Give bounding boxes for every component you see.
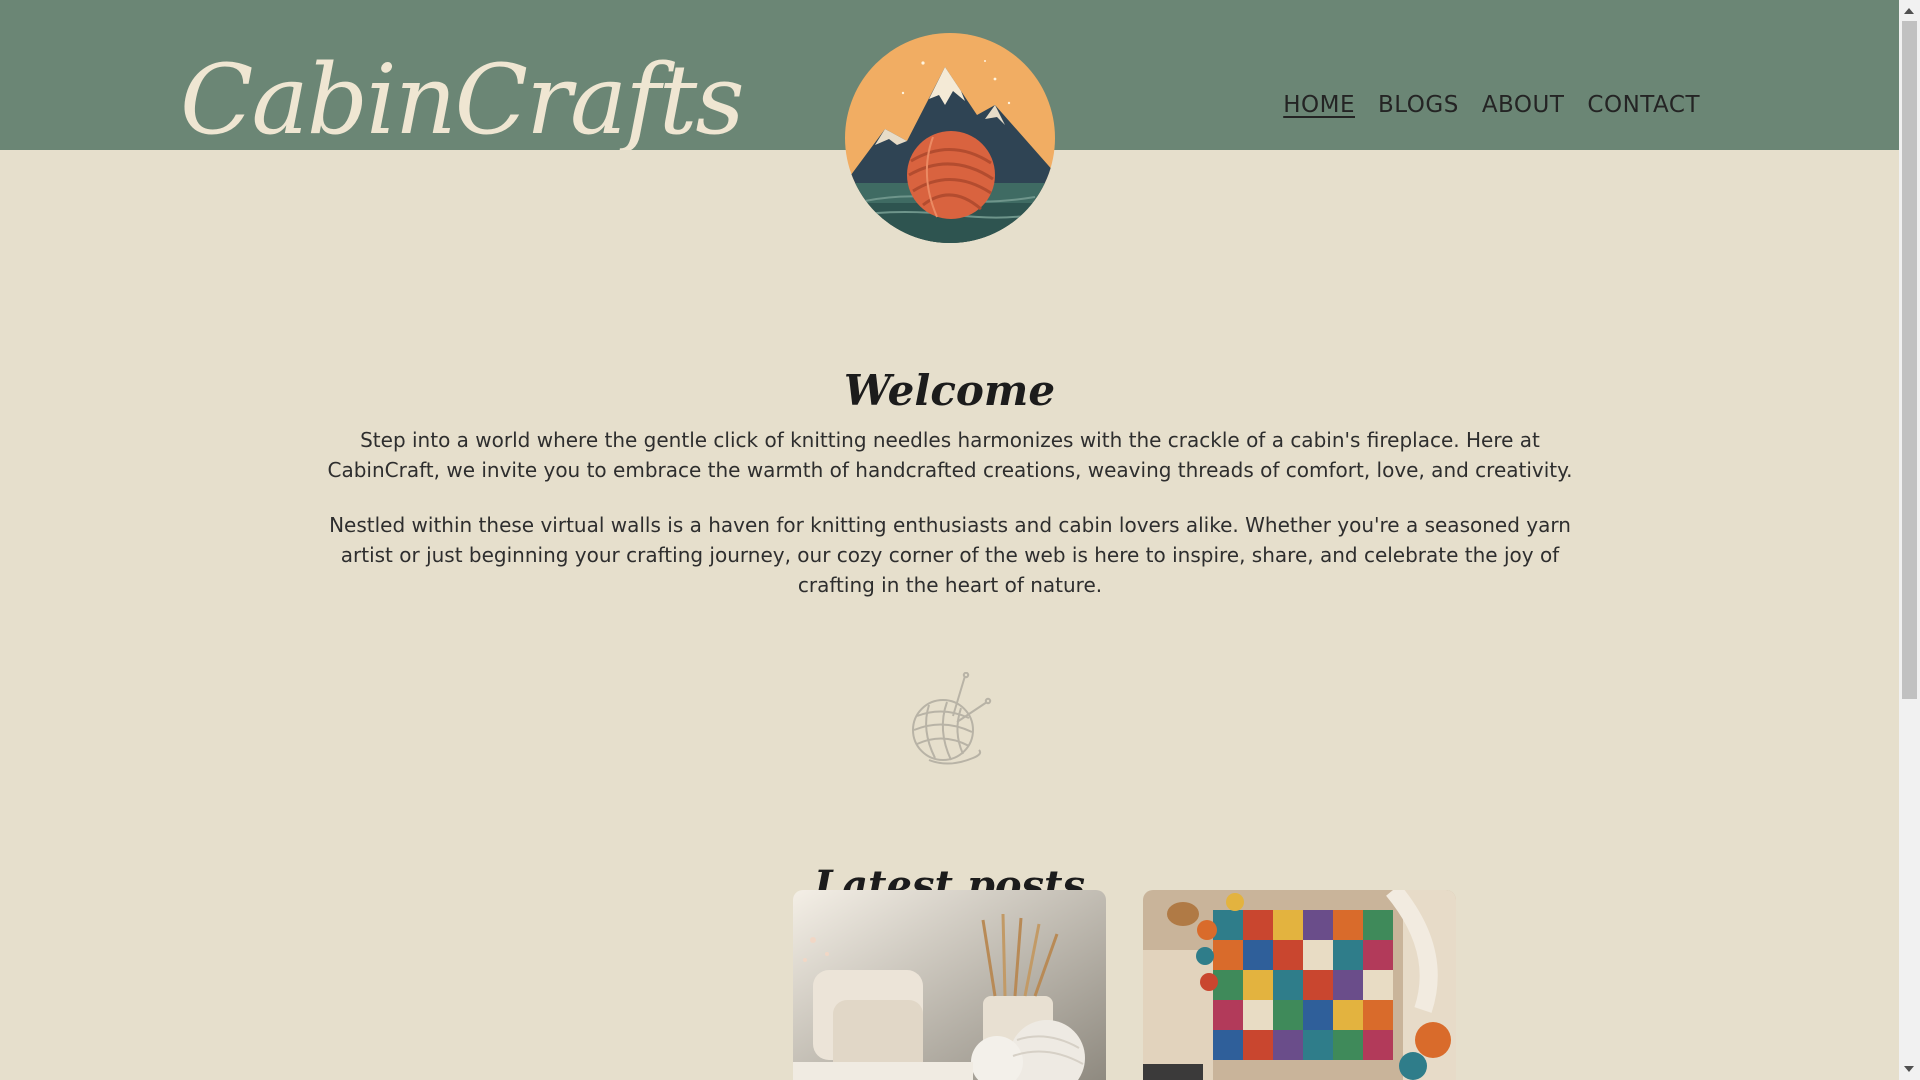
post-card-knitting-needles[interactable] bbox=[793, 890, 1106, 1080]
nav-about[interactable]: ABOUT bbox=[1482, 92, 1565, 118]
site-title[interactable]: CabinCrafts bbox=[180, 44, 743, 150]
scroll-down-icon[interactable] bbox=[1904, 1066, 1914, 1072]
intro-paragraph-1: Step into a world where the gentle click… bbox=[327, 428, 1573, 482]
intro-paragraph-2: Nestled within these virtual walls is a … bbox=[329, 513, 1571, 597]
scrollbar-thumb[interactable] bbox=[1902, 21, 1917, 699]
nav-home[interactable]: HOME bbox=[1283, 92, 1355, 118]
intro-text: Step into a world where the gentle click… bbox=[315, 425, 1585, 625]
scroll-up-icon[interactable] bbox=[1904, 8, 1914, 14]
page: CabinCrafts HOME BLOGS ABOUT CONTACT Wel… bbox=[0, 0, 1920, 1080]
post-card-patchwork-blanket[interactable] bbox=[1143, 890, 1456, 1080]
nav-blogs[interactable]: BLOGS bbox=[1378, 92, 1459, 118]
welcome-heading: Welcome bbox=[843, 366, 1056, 416]
main-nav: HOME BLOGS ABOUT CONTACT bbox=[1283, 92, 1700, 118]
yarn-ball-icon bbox=[903, 671, 993, 768]
vertical-scrollbar[interactable] bbox=[1899, 0, 1920, 1080]
mountain-yarn-logo-icon[interactable] bbox=[845, 33, 1055, 243]
nav-contact[interactable]: CONTACT bbox=[1587, 92, 1700, 118]
